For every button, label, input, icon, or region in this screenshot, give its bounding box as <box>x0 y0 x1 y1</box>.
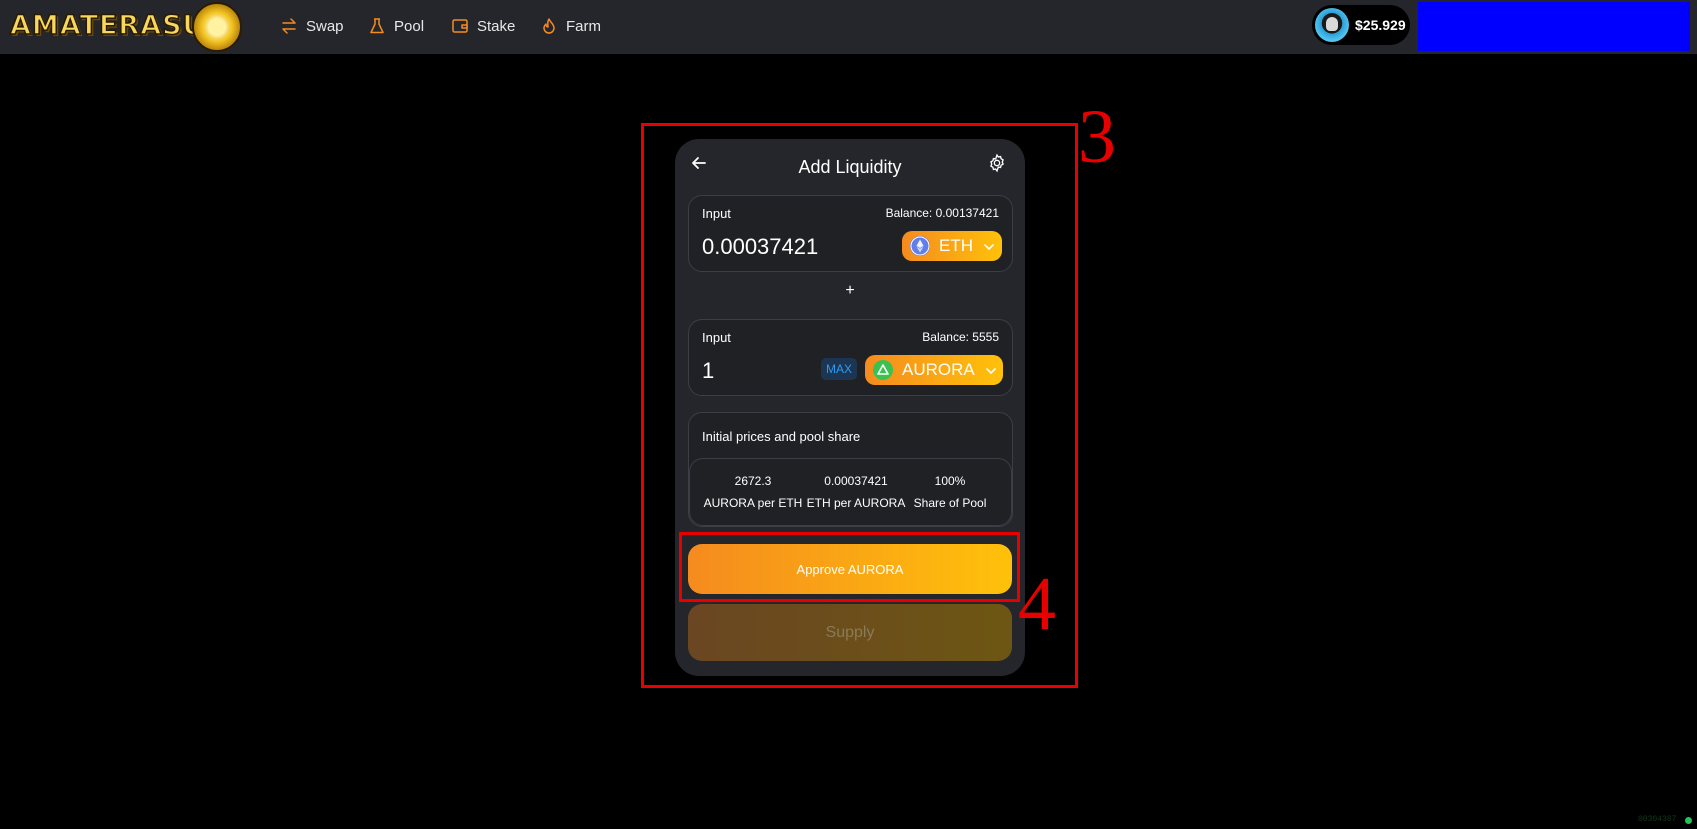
page-title: Add Liquidity <box>798 157 902 177</box>
wallet-balance-button[interactable]: $25.929 <box>1312 5 1410 45</box>
chevron-down-icon <box>985 364 997 376</box>
plus-sign: + <box>845 282 855 299</box>
avatar <box>1315 8 1349 42</box>
nav-pool-label: Pool <box>394 17 425 35</box>
corner-status-text: 00304387 <box>1638 815 1677 824</box>
price-value: 0.00037421 <box>824 474 888 488</box>
annotation-number-4: 4 <box>1018 562 1056 646</box>
eth-amount-input[interactable] <box>702 232 882 262</box>
annotation-box-4 <box>679 532 1020 602</box>
price-value: 100% <box>934 474 966 488</box>
connect-wallet-button[interactable] <box>1418 2 1690 51</box>
flame-icon <box>540 17 558 35</box>
status-dot-icon <box>1685 817 1692 824</box>
input-panel-aurora: Input Balance: 5555 MAX AURORA <box>688 319 1013 396</box>
max-button[interactable]: MAX <box>821 358 857 380</box>
nav-swap-label: Swap <box>306 17 344 35</box>
token-select-eth[interactable]: ETH <box>902 231 1002 261</box>
prices-grid: 2672.3 AURORA per ETH 0.00037421 ETH per… <box>689 458 1012 526</box>
top-navbar: AMATERASU Swap Pool Stake Farm $25.929 <box>0 0 1697 54</box>
nav-swap[interactable]: Swap <box>280 14 344 38</box>
price-label: Share of Pool <box>913 496 987 510</box>
token-label-aurora: AURORA <box>902 360 975 379</box>
amaterasu-logo[interactable]: AMATERASU <box>9 2 242 52</box>
balance-text: Balance: 5555 <box>922 330 999 344</box>
input-panel-eth: Input Balance: 0.00137421 ETH <box>688 195 1013 272</box>
gear-icon[interactable] <box>987 153 1007 173</box>
price-label: AURORA per ETH <box>703 496 803 510</box>
price-value: 2672.3 <box>734 474 772 488</box>
input-label: Input <box>702 330 731 345</box>
chevron-down-icon <box>983 240 995 252</box>
token-select-aurora[interactable]: AURORA <box>865 355 1003 385</box>
wallet-balance-amount: $25.929 <box>1355 17 1406 33</box>
annotation-number-3: 3 <box>1078 95 1116 179</box>
supply-button[interactable]: Supply <box>688 604 1012 661</box>
nav-stake-label: Stake <box>477 17 516 35</box>
ethereum-icon <box>910 236 930 256</box>
nav-stake[interactable]: Stake <box>451 14 515 38</box>
nav-farm-label: Farm <box>566 17 601 35</box>
price-label: ETH per AURORA <box>806 496 906 510</box>
input-label: Input <box>702 206 731 221</box>
swap-arrows-icon <box>280 17 298 35</box>
logo-wordmark: AMATERASU <box>9 9 206 42</box>
prices-title: Initial prices and pool share <box>702 429 861 444</box>
token-label-eth: ETH <box>939 236 973 255</box>
balance-text: Balance: 0.00137421 <box>885 206 999 220</box>
wallet-icon <box>451 17 469 35</box>
price-eth-per-aurora: 0.00037421 ETH per AURORA <box>800 474 912 510</box>
sun-emblem-icon <box>192 2 242 52</box>
aurora-token-icon <box>873 360 893 380</box>
nav-farm[interactable]: Farm <box>540 14 601 38</box>
aurora-amount-input[interactable] <box>702 356 812 386</box>
nav-pool[interactable]: Pool <box>368 14 424 38</box>
beaker-icon <box>368 17 386 35</box>
share-of-pool: 100% Share of Pool <box>900 474 1000 510</box>
prices-pool-share-panel: Initial prices and pool share 2672.3 AUR… <box>688 412 1013 527</box>
price-aurora-per-eth: 2672.3 AURORA per ETH <box>698 474 808 510</box>
